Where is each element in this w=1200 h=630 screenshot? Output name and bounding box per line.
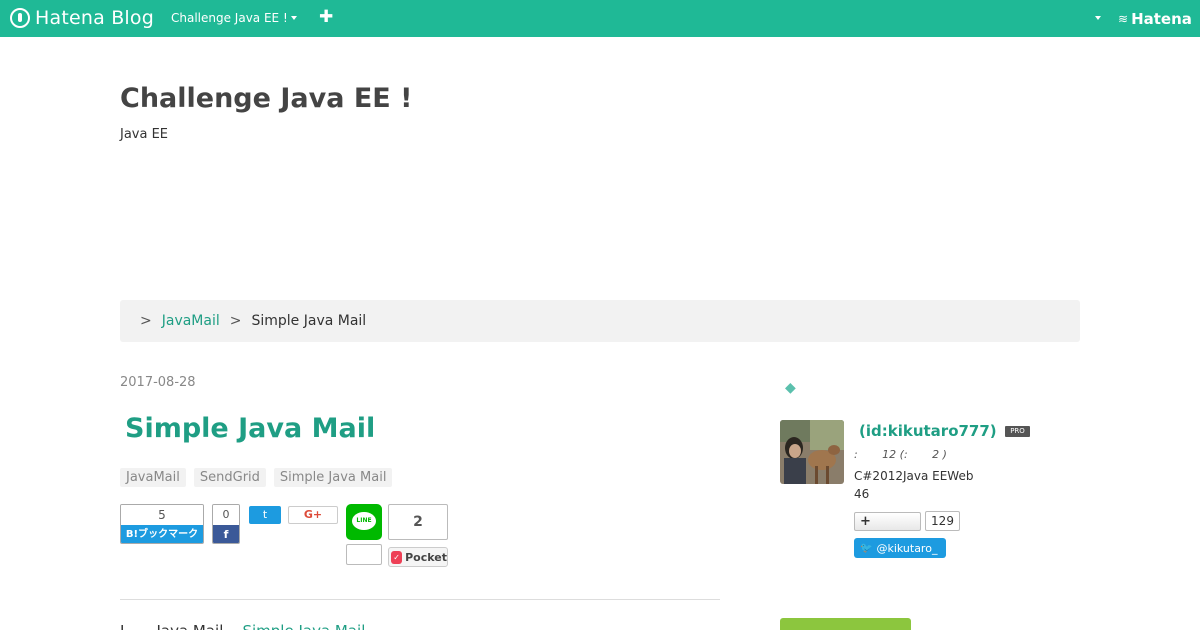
breadcrumb-current: Simple Java Mail [251, 313, 367, 329]
breadcrumb-separator: > [229, 313, 242, 329]
follow-button[interactable]: + [854, 512, 921, 531]
entry-date[interactable]: 2017-08-28 [120, 375, 196, 390]
pocket-label: Pocket [405, 550, 447, 564]
line-share-button[interactable]: LINE [346, 504, 382, 540]
sidebar-heading-diamond-icon: ◆ [785, 380, 796, 396]
user-menu-caret-icon[interactable] [1095, 16, 1101, 20]
tag-javamail[interactable]: JavaMail [120, 468, 186, 487]
hatena-blog-logo[interactable]: Hatena Blog [10, 6, 154, 30]
entry-body-start: I ___ Java Mail... Simple Java Mail [120, 622, 365, 630]
pro-badge: PRO [1005, 426, 1030, 437]
blog-title[interactable]: Challenge Java EE ! [120, 83, 412, 114]
line-share-count [346, 544, 382, 565]
tag-sendgrid[interactable]: SendGrid [193, 468, 266, 487]
hatena-link-label: Hatena [1131, 10, 1192, 28]
twitter-icon: 🐦 [860, 542, 873, 554]
twitter-follow-button[interactable]: 🐦 @kikutaro_ [854, 538, 946, 558]
entry-divider [120, 599, 720, 600]
facebook-icon: f [213, 525, 239, 543]
hatena-bookmark-label: B!ブックマーク [121, 525, 203, 543]
pocket-count: 2 [388, 504, 448, 540]
blog-description: Java EE [120, 127, 169, 142]
entry-title[interactable]: Simple Java Mail [125, 413, 375, 444]
twitter-handle: @kikutaro_ [876, 541, 938, 555]
share-buttons: 5 B!ブックマーク 0 f t G+ LINE 2 ✓ Pocket [120, 504, 460, 568]
entry-body-link[interactable]: Simple Java Mail [242, 622, 365, 630]
profile-description-line2: 46 [854, 487, 870, 501]
entry-tags: JavaMail SendGrid Simple Java Mail [120, 468, 400, 487]
blog-switcher-menu[interactable]: Challenge Java EE ! [171, 11, 297, 25]
blog-switcher-label: Challenge Java EE ! [171, 11, 288, 25]
google-plus-share-button[interactable]: G+ [288, 506, 338, 524]
hatena-blog-logo-text: Hatena Blog [35, 7, 154, 29]
hatena-bookmark-count: 5 [121, 505, 203, 525]
follower-count[interactable]: 129 [925, 511, 960, 531]
avatar-image [780, 420, 844, 484]
breadcrumb-separator: > [140, 313, 152, 329]
pocket-button[interactable]: ✓ Pocket [388, 547, 448, 567]
profile-name-link[interactable]: (id:kikutaro777) [859, 422, 997, 440]
twitter-share-button[interactable]: t [249, 506, 281, 524]
global-header: Hatena Blog Challenge Java EE ! ✚ ≋ Hate… [0, 0, 1200, 37]
profile-stats: : 12 (: 2 ) [854, 448, 947, 461]
plus-icon[interactable]: ✚ [319, 7, 333, 27]
hatena-mark-icon: ≋ [1118, 12, 1129, 26]
hatena-blog-logo-icon [10, 8, 30, 28]
profile-description-line1: C#2012Java EEWeb [854, 469, 974, 483]
sidebar-green-button[interactable] [780, 618, 911, 630]
facebook-share-button[interactable]: 0 f [212, 504, 240, 544]
line-icon: LINE [352, 512, 376, 530]
pocket-icon: ✓ [391, 550, 403, 564]
breadcrumb: > JavaMail > Simple Java Mail [120, 300, 1080, 342]
twitter-icon: t [262, 508, 268, 521]
chevron-down-icon [290, 16, 297, 20]
profile-avatar[interactable] [780, 420, 844, 484]
facebook-share-count: 0 [213, 505, 239, 525]
breadcrumb-category-link[interactable]: JavaMail [162, 313, 220, 329]
plus-icon: + [860, 514, 871, 529]
hatena-home-link[interactable]: ≋ Hatena [1118, 10, 1192, 28]
hatena-bookmark-button[interactable]: 5 B!ブックマーク [120, 504, 204, 544]
tag-simple-java-mail[interactable]: Simple Java Mail [273, 468, 393, 487]
entry-body-text: I ___ Java Mail... [120, 622, 238, 630]
google-plus-icon: G+ [303, 508, 323, 521]
